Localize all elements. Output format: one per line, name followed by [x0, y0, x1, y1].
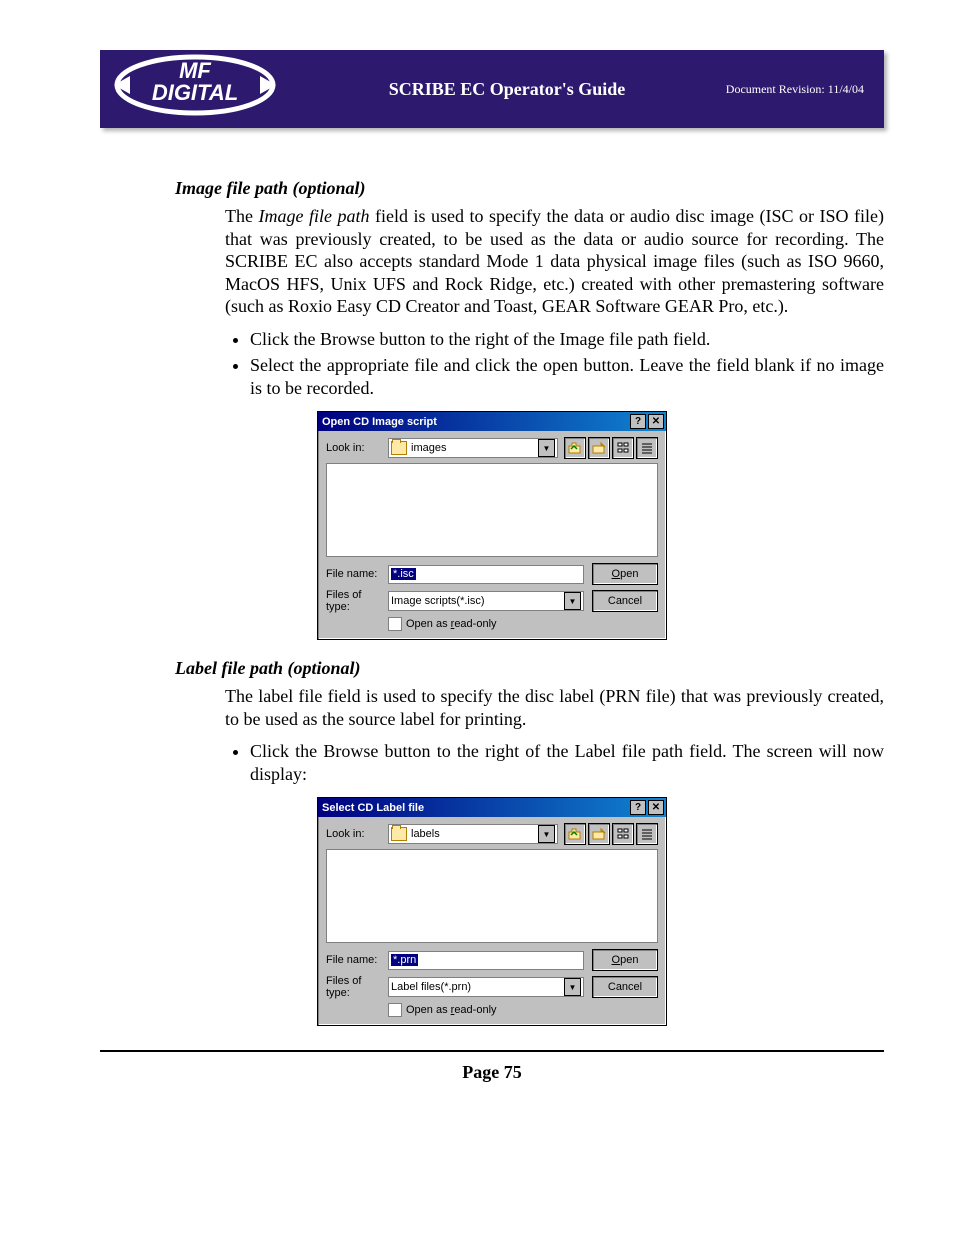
up-one-level-button[interactable] [564, 823, 586, 845]
paragraph-image-path: The Image file path field is used to spe… [225, 205, 884, 318]
lookin-value: labels [411, 828, 440, 840]
filename-label: File name: [326, 568, 388, 580]
paragraph-label-path: The label file field is used to specify … [225, 685, 884, 730]
footer-rule [100, 1050, 884, 1052]
details-view-button[interactable] [636, 437, 658, 459]
chevron-down-icon[interactable]: ▼ [564, 592, 581, 610]
open-button[interactable]: Open [592, 949, 658, 971]
dialog-titlebar: Select CD Label file ? ✕ [318, 798, 666, 817]
bullet-list-image-path: Click the Browse button to the right of … [250, 328, 884, 400]
file-list-area[interactable] [326, 849, 658, 943]
chevron-down-icon[interactable]: ▼ [538, 825, 555, 843]
readonly-checkbox[interactable] [388, 617, 402, 631]
new-folder-button[interactable] [588, 823, 610, 845]
file-list-area[interactable] [326, 463, 658, 557]
section-heading-image-path: Image file path (optional) [175, 178, 884, 199]
list-item: Click the Browse button to the right of … [250, 740, 884, 785]
dialog-titlebar: Open CD Image script ? ✕ [318, 412, 666, 431]
lookin-label: Look in: [326, 828, 388, 840]
folder-icon [391, 827, 407, 841]
new-folder-button[interactable] [588, 437, 610, 459]
folder-icon [391, 441, 407, 455]
up-one-level-button[interactable] [564, 437, 586, 459]
lookin-select[interactable]: labels ▼ [388, 824, 558, 844]
bullet-list-label-path: Click the Browse button to the right of … [250, 740, 884, 785]
list-item: Click the Browse button to the right of … [250, 328, 884, 351]
chevron-down-icon[interactable]: ▼ [538, 439, 555, 457]
mf-digital-logo: MF DIGITAL [100, 44, 290, 126]
dialog-title: Select CD Label file [322, 802, 628, 814]
filetype-label: Files of type: [326, 975, 388, 999]
cancel-button[interactable]: Cancel [592, 976, 658, 998]
select-label-dialog: Select CD Label file ? ✕ Look in: labels… [317, 797, 667, 1026]
readonly-label: Open as read-only [406, 618, 497, 630]
lookin-label: Look in: [326, 442, 388, 454]
list-view-button[interactable] [612, 823, 634, 845]
close-button[interactable]: ✕ [648, 800, 664, 815]
document-revision: Document Revision: 11/4/04 [726, 82, 864, 97]
help-button[interactable]: ? [630, 800, 646, 815]
filename-label: File name: [326, 954, 388, 966]
dialog-title: Open CD Image script [322, 416, 628, 428]
open-image-dialog: Open CD Image script ? ✕ Look in: images… [317, 411, 667, 640]
chevron-down-icon[interactable]: ▼ [564, 978, 581, 996]
page-number: Page 75 [100, 1062, 884, 1083]
document-header: MF DIGITAL SCRIBE EC Operator's Guide Do… [100, 50, 884, 128]
readonly-label: Open as read-only [406, 1004, 497, 1016]
lookin-select[interactable]: images ▼ [388, 438, 558, 458]
filetype-label: Files of type: [326, 589, 388, 613]
filename-input[interactable]: *.prn [388, 951, 584, 970]
cancel-button[interactable]: Cancel [592, 590, 658, 612]
svg-text:DIGITAL: DIGITAL [152, 80, 238, 105]
filename-input[interactable]: *.isc [388, 565, 584, 584]
list-item: Select the appropriate file and click th… [250, 354, 884, 399]
filetype-select[interactable]: Image scripts(*.isc) ▼ [388, 591, 584, 611]
document-title: SCRIBE EC Operator's Guide [280, 79, 734, 100]
section-heading-label-path: Label file path (optional) [175, 658, 884, 679]
open-button[interactable]: Open [592, 563, 658, 585]
details-view-button[interactable] [636, 823, 658, 845]
help-button[interactable]: ? [630, 414, 646, 429]
close-button[interactable]: ✕ [648, 414, 664, 429]
filetype-select[interactable]: Label files(*.prn) ▼ [388, 977, 584, 997]
lookin-value: images [411, 442, 446, 454]
list-view-button[interactable] [612, 437, 634, 459]
readonly-checkbox[interactable] [388, 1003, 402, 1017]
